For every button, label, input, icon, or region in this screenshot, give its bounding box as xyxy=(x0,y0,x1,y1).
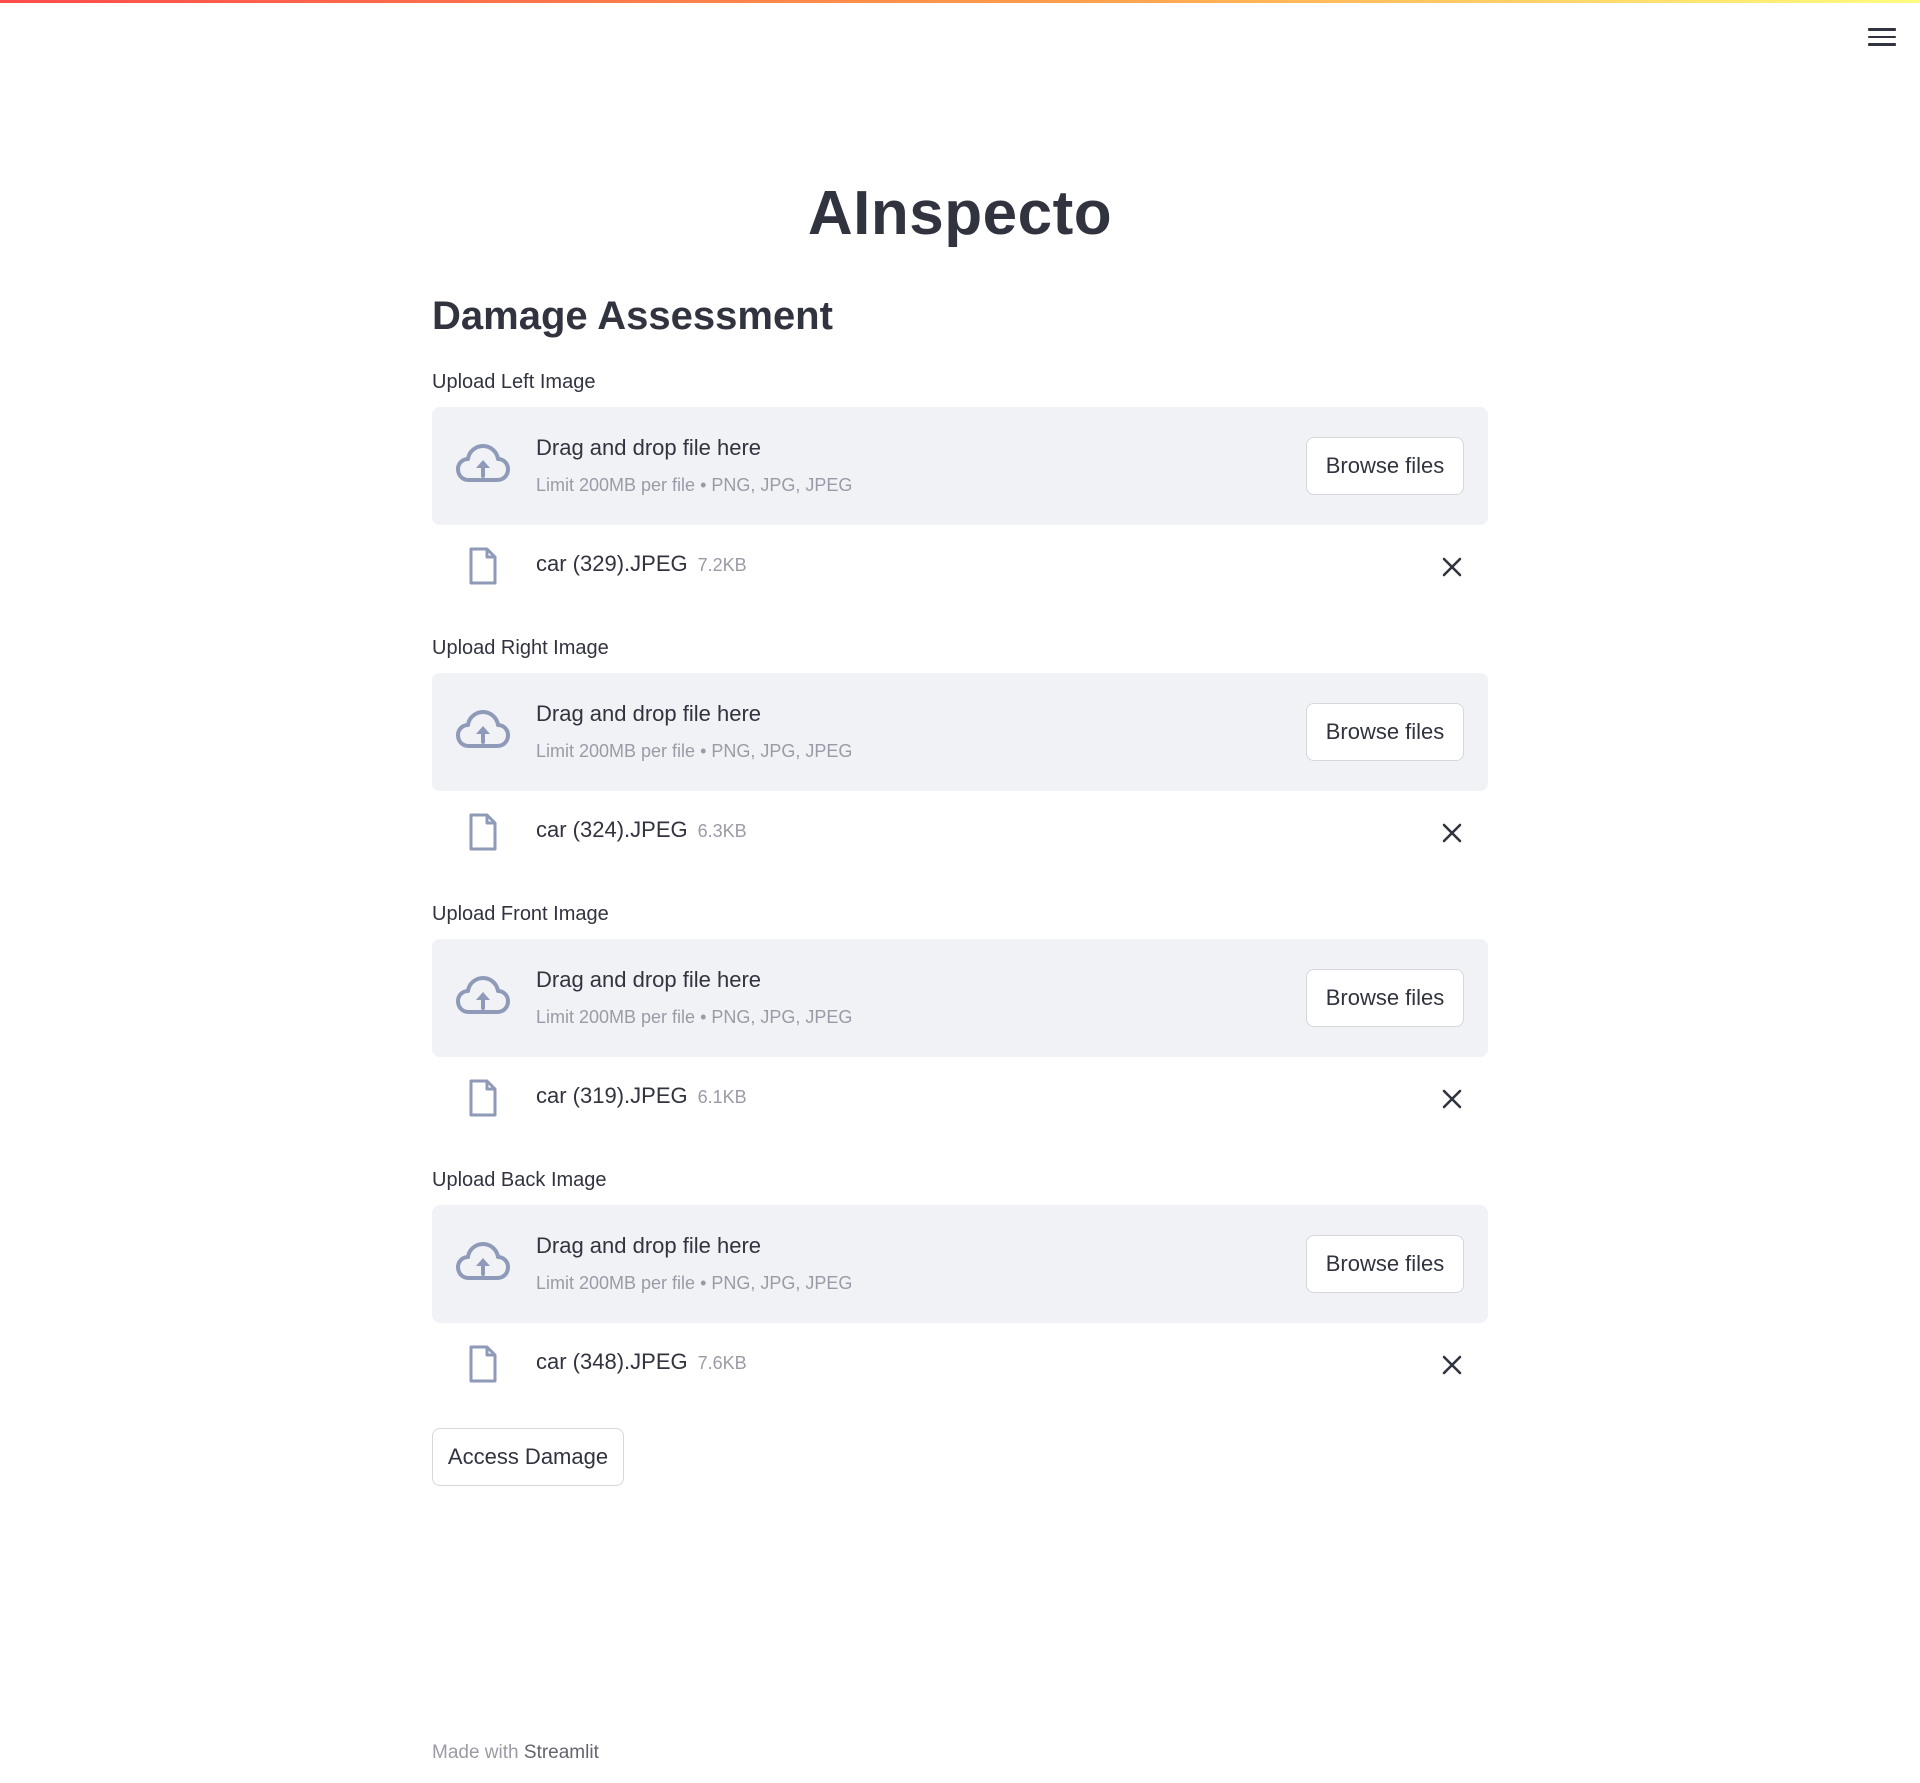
remove-file-close-icon[interactable] xyxy=(1440,821,1464,845)
file-name: car (329).JPEG xyxy=(536,551,688,576)
access-damage-button[interactable]: Access Damage xyxy=(432,1428,624,1486)
file-name-group: car (348).JPEG 7.6KB xyxy=(536,1349,747,1375)
uploaded-file-row: car (348).JPEG 7.6KB xyxy=(432,1323,1488,1403)
file-icon xyxy=(469,813,497,851)
dropzone[interactable]: Drag and drop file here Limit 200MB per … xyxy=(432,939,1488,1057)
browse-files-button[interactable]: Browse files xyxy=(1306,969,1464,1027)
browse-files-button[interactable]: Browse files xyxy=(1306,1235,1464,1293)
file-icon xyxy=(469,547,497,585)
dropzone-limit-text: Limit 200MB per file • PNG, JPG, JPEG xyxy=(536,1007,853,1027)
footer: Made with Streamlit xyxy=(432,1742,599,1764)
app-title: AInspecto xyxy=(807,179,1113,248)
file-name-group: car (319).JPEG 6.1KB xyxy=(536,1083,747,1109)
dropzone[interactable]: Drag and drop file here Limit 200MB per … xyxy=(432,407,1488,525)
uploaded-file-row: car (324).JPEG 6.3KB xyxy=(432,791,1488,871)
remove-file-close-icon[interactable] xyxy=(1440,1353,1464,1377)
file-name: car (319).JPEG xyxy=(536,1083,688,1108)
uploaded-file-row: car (329).JPEG 7.2KB xyxy=(432,525,1488,605)
file-size: 7.6KB xyxy=(697,1353,747,1373)
remove-file-close-icon[interactable] xyxy=(1440,1087,1464,1111)
main-menu-button[interactable] xyxy=(1868,25,1896,49)
cloud-upload-icon xyxy=(456,710,510,748)
cloud-upload-icon xyxy=(456,444,510,482)
uploaded-file-row: car (319).JPEG 6.1KB xyxy=(432,1057,1488,1137)
dropzone[interactable]: Drag and drop file here Limit 200MB per … xyxy=(432,1205,1488,1323)
cloud-upload-icon xyxy=(456,1242,510,1280)
hamburger-icon-line xyxy=(1868,35,1896,39)
file-name-group: car (329).JPEG 7.2KB xyxy=(536,551,747,577)
file-name-group: car (324).JPEG 6.3KB xyxy=(536,817,747,843)
cloud-upload-icon xyxy=(456,976,510,1014)
footer-brand-link[interactable]: Streamlit xyxy=(524,1742,599,1763)
browse-files-button[interactable]: Browse files xyxy=(1306,703,1464,761)
uploader-label: Upload Front Image xyxy=(432,903,609,925)
dropzone[interactable]: Drag and drop file here Limit 200MB per … xyxy=(432,673,1488,791)
dropzone-limit-text: Limit 200MB per file • PNG, JPG, JPEG xyxy=(536,1273,853,1293)
file-name: car (348).JPEG xyxy=(536,1349,688,1374)
uploader-label: Upload Right Image xyxy=(432,637,609,659)
browse-files-button[interactable]: Browse files xyxy=(1306,437,1464,495)
file-size: 6.1KB xyxy=(697,1087,747,1107)
dropzone-limit-text: Limit 200MB per file • PNG, JPG, JPEG xyxy=(536,475,853,495)
file-uploader-front: Upload Front Image Drag and drop file he… xyxy=(432,902,1488,1137)
file-icon xyxy=(469,1079,497,1117)
uploader-label: Upload Back Image xyxy=(432,1169,607,1191)
dropzone-title: Drag and drop file here xyxy=(536,701,762,726)
dropzone-title: Drag and drop file here xyxy=(536,435,762,460)
file-size: 6.3KB xyxy=(697,821,747,841)
dropzone-title: Drag and drop file here xyxy=(536,1233,762,1258)
top-decoration-bar xyxy=(0,0,1920,3)
file-uploader-back: Upload Back Image Drag and drop file her… xyxy=(432,1168,1488,1403)
remove-file-close-icon[interactable] xyxy=(1440,555,1464,579)
hamburger-icon-line xyxy=(1868,28,1896,31)
footer-prefix: Made with xyxy=(432,1742,519,1763)
file-size: 7.2KB xyxy=(697,555,747,575)
uploader-label: Upload Left Image xyxy=(432,371,596,393)
file-uploader-left: Upload Left Image Drag and drop file her… xyxy=(432,370,1488,605)
dropzone-limit-text: Limit 200MB per file • PNG, JPG, JPEG xyxy=(536,741,853,761)
file-name: car (324).JPEG xyxy=(536,817,688,842)
section-title: Damage Assessment xyxy=(432,294,833,338)
file-icon xyxy=(469,1345,497,1383)
file-uploader-right: Upload Right Image Drag and drop file he… xyxy=(432,636,1488,871)
dropzone-title: Drag and drop file here xyxy=(536,967,762,992)
hamburger-icon-line xyxy=(1868,43,1896,46)
